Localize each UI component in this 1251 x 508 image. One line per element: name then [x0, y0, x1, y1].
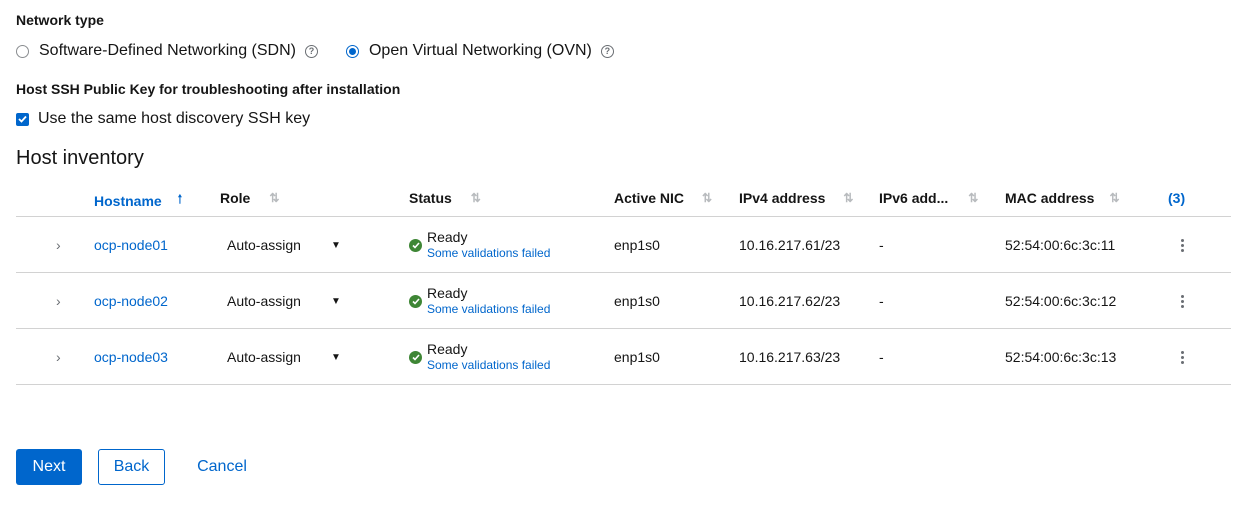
table-row: › ocp-node01 Auto-assign ▼ Ready Some val…: [16, 217, 1231, 273]
hostname-link[interactable]: ocp-node02: [94, 273, 168, 329]
hostname-link[interactable]: ocp-node03: [94, 329, 168, 385]
caret-down-icon: ▼: [330, 351, 341, 363]
table-header: Hostname 🠑 Role ⇅ Status ⇅ Active NIC ⇅ IPv4…: [16, 177, 1231, 217]
check-circle-icon: [409, 350, 422, 364]
expand-chevron-icon[interactable]: ›: [56, 329, 61, 385]
expand-chevron-icon[interactable]: ›: [56, 217, 61, 273]
sort-icon: ⇅: [1109, 191, 1120, 205]
active-nic: enp1s0: [614, 349, 660, 365]
network-type-label: Network type: [16, 12, 104, 28]
status-cell: Ready Some validations failed: [409, 273, 550, 329]
role-dropdown[interactable]: Auto-assign ▼: [227, 329, 341, 385]
active-nic: enp1s0: [614, 293, 660, 309]
check-circle-icon: [409, 294, 422, 308]
column-header-hostname[interactable]: Hostname 🠑: [94, 190, 182, 211]
sort-icon: ⇅: [968, 191, 979, 205]
role-dropdown[interactable]: Auto-assign ▼: [227, 273, 341, 329]
role-value: Auto-assign: [227, 237, 301, 253]
table-row: › ocp-node02 Auto-assign ▼ Ready Some val…: [16, 273, 1231, 329]
host-count[interactable]: (3): [1168, 190, 1185, 206]
column-header-ipv4[interactable]: IPv4 address ⇅: [739, 190, 853, 206]
help-icon[interactable]: ?: [600, 44, 614, 58]
host-inventory-title: Host inventory: [16, 147, 144, 169]
ssh-key-checkbox-row[interactable]: Use the same host discovery SSH key: [16, 108, 310, 130]
check-icon: [18, 115, 27, 123]
validation-link[interactable]: Some validations failed: [427, 358, 550, 373]
back-button[interactable]: Back: [98, 449, 165, 485]
kebab-menu-icon[interactable]: [1174, 273, 1190, 329]
ssh-key-label: Host SSH Public Key for troubleshooting …: [16, 81, 401, 97]
column-header-mac[interactable]: MAC address ⇅: [1005, 190, 1120, 206]
radio-option-ovn[interactable]: Open Virtual Networking (OVN) ?: [345, 42, 614, 60]
help-icon[interactable]: ?: [304, 44, 318, 58]
column-header-label: Active NIC: [614, 190, 685, 206]
next-button[interactable]: Next: [16, 449, 82, 485]
sort-icon: ⇅: [843, 191, 854, 205]
status-cell: Ready Some validations failed: [409, 217, 550, 273]
status-label: Ready: [427, 229, 468, 245]
column-header-label: Status: [409, 190, 452, 206]
status-cell: Ready Some validations failed: [409, 329, 550, 385]
ipv6-address: -: [879, 349, 884, 365]
caret-down-icon: ▼: [330, 239, 341, 251]
radio-ovn[interactable]: [345, 44, 359, 58]
mac-address: 52:54:00:6c:3c:11: [1005, 237, 1116, 253]
sort-ascending-icon: 🠑: [177, 192, 183, 206]
column-header-label: Hostname: [94, 192, 162, 209]
ipv4-address: 10.16.217.61/23: [739, 237, 841, 253]
table-row: › ocp-node03 Auto-assign ▼ Ready Some val…: [16, 329, 1231, 385]
column-header-label: MAC address: [1005, 190, 1095, 206]
column-header-label: IPv6 add...: [879, 190, 949, 206]
host-inventory-table: Hostname 🠑 Role ⇅ Status ⇅ Active NIC ⇅ IPv4…: [16, 177, 1231, 385]
column-header-ipv6[interactable]: IPv6 add... ⇅: [879, 190, 978, 206]
role-dropdown[interactable]: Auto-assign ▼: [227, 217, 341, 273]
validation-link[interactable]: Some validations failed: [427, 246, 550, 261]
validation-link[interactable]: Some validations failed: [427, 302, 550, 317]
active-nic: enp1s0: [614, 237, 660, 253]
ipv6-address: -: [879, 293, 884, 309]
column-header-label: IPv4 address: [739, 190, 826, 206]
column-header-role[interactable]: Role ⇅: [220, 190, 279, 206]
radio-label-sdn: Software-Defined Networking (SDN): [39, 42, 296, 59]
expand-chevron-icon[interactable]: ›: [56, 273, 61, 329]
mac-address: 52:54:00:6c:3c:12: [1005, 293, 1117, 309]
column-header-active-nic[interactable]: Active NIC ⇅: [614, 190, 712, 206]
ipv4-address: 10.16.217.63/23: [739, 349, 841, 365]
ipv6-address: -: [879, 237, 884, 253]
cancel-button[interactable]: Cancel: [182, 449, 262, 485]
status-label: Ready: [427, 285, 468, 301]
role-value: Auto-assign: [227, 293, 301, 309]
column-header-label: Role: [220, 190, 251, 206]
check-circle-icon: [409, 238, 422, 252]
role-value: Auto-assign: [227, 349, 301, 365]
kebab-menu-icon[interactable]: [1174, 217, 1190, 273]
status-label: Ready: [427, 341, 468, 357]
radio-sdn[interactable]: [16, 44, 29, 58]
sort-icon: ⇅: [269, 191, 280, 205]
mac-address: 52:54:00:6c:3c:13: [1005, 349, 1117, 365]
sort-icon: ⇅: [702, 191, 713, 205]
radio-label-ovn: Open Virtual Networking (OVN): [368, 42, 592, 59]
hostname-link[interactable]: ocp-node01: [94, 217, 168, 273]
sort-icon: ⇅: [470, 191, 481, 205]
ssh-key-checkbox-label: Use the same host discovery SSH key: [38, 110, 311, 127]
column-header-status[interactable]: Status ⇅: [409, 190, 481, 206]
kebab-menu-icon[interactable]: [1174, 329, 1190, 385]
ssh-key-checkbox[interactable]: [16, 112, 29, 126]
network-type-radio-group: Software-Defined Networking (SDN) ? Open…: [16, 40, 642, 62]
caret-down-icon: ▼: [330, 295, 341, 307]
radio-option-sdn[interactable]: Software-Defined Networking (SDN) ?: [16, 42, 318, 60]
ipv4-address: 10.16.217.62/23: [739, 293, 841, 309]
